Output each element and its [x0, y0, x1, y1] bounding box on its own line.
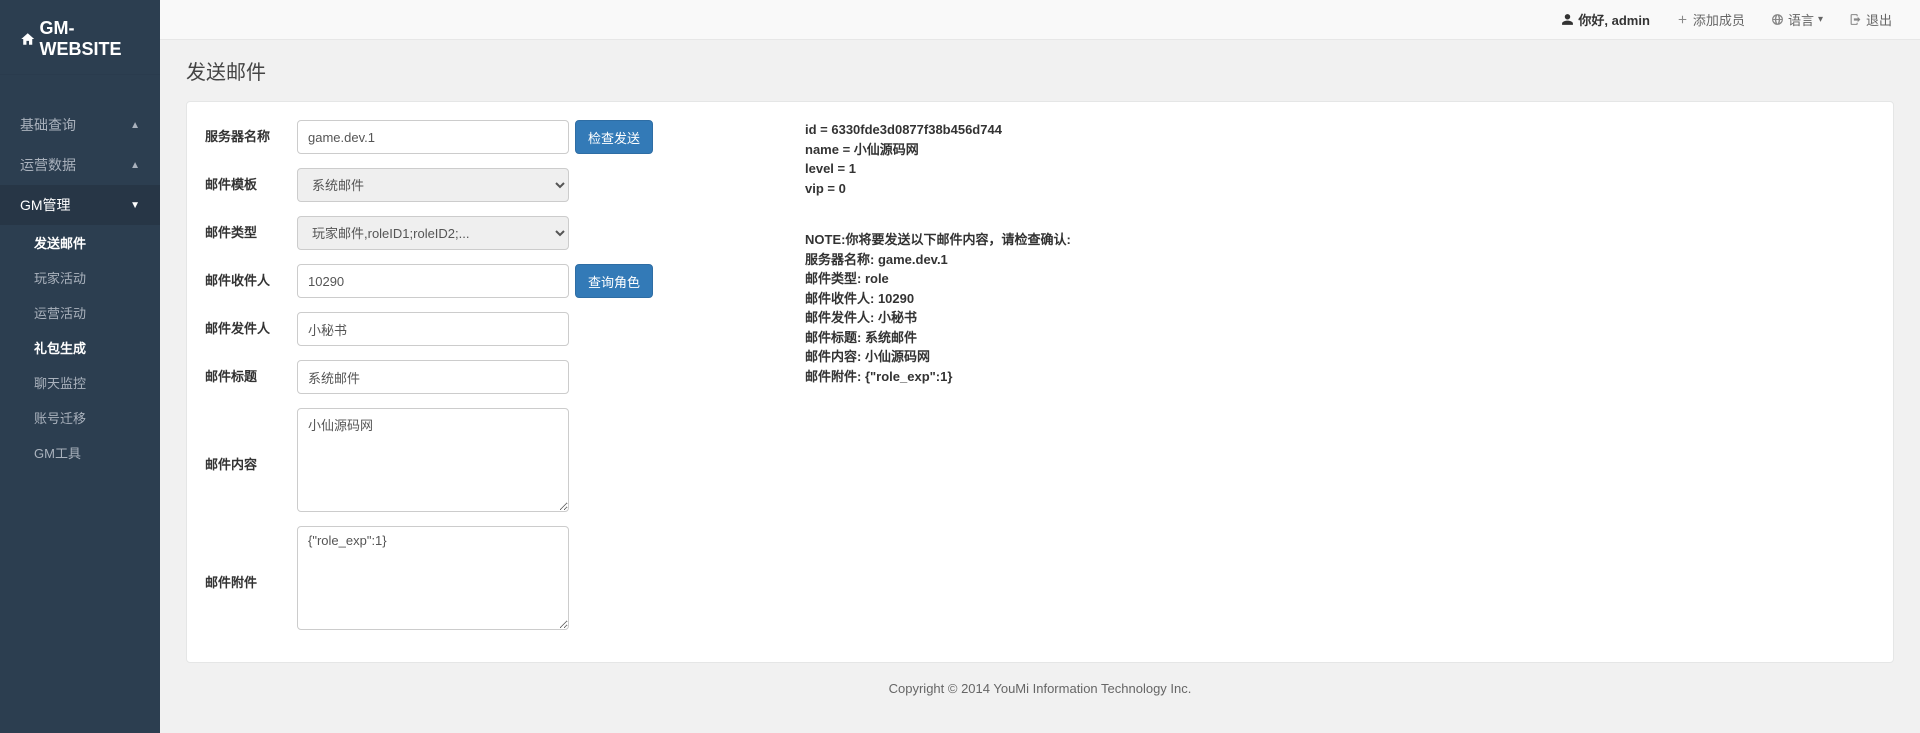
add-member-text: 添加成员: [1693, 10, 1745, 29]
brand[interactable]: GM-WEBSITE: [0, 0, 160, 75]
sidebar-group-label: 基础查询: [20, 115, 76, 135]
check-send-button[interactable]: 检查发送: [575, 120, 653, 154]
chevron-up-icon: ▲: [130, 160, 140, 171]
type-select[interactable]: 玩家邮件,roleID1;roleID2;...: [297, 216, 569, 250]
label-sender: 邮件发件人: [205, 312, 297, 337]
info-note: NOTE:你将要发送以下邮件内容，请检查确认:: [805, 230, 1875, 250]
info-line-recipient: 邮件收件人: 10290: [805, 289, 1875, 309]
info-column: id = 6330fde3d0877f38b456d744 name = 小仙源…: [805, 120, 1875, 644]
info-line-title: 邮件标题: 系统邮件: [805, 328, 1875, 348]
sidebar-group-basic-query[interactable]: 基础查询 ▲: [0, 105, 160, 145]
topbar-greeting[interactable]: 你好, admin: [1561, 10, 1650, 29]
sidebar-item-account-migrate[interactable]: 账号迁移: [0, 400, 160, 435]
label-content: 邮件内容: [205, 448, 297, 473]
label-template: 邮件模板: [205, 168, 297, 193]
globe-icon: [1771, 13, 1784, 26]
info-line-content: 邮件内容: 小仙源码网: [805, 347, 1875, 367]
chevron-up-icon: ▲: [130, 120, 140, 131]
form-column: 服务器名称 检查发送 邮件模板 系统邮件 邮件类型 玩家邮件,roleID1: [205, 120, 765, 644]
label-server: 服务器名称: [205, 120, 297, 145]
logout-icon: [1849, 13, 1862, 26]
topbar-logout[interactable]: 退出: [1849, 10, 1892, 29]
page-title: 发送邮件: [186, 56, 1894, 85]
panel: 服务器名称 检查发送 邮件模板 系统邮件 邮件类型 玩家邮件,roleID1: [186, 101, 1894, 663]
sidebar-item-gift-gen[interactable]: 礼包生成: [0, 330, 160, 365]
info-level: level = 1: [805, 159, 1875, 179]
title-input[interactable]: [297, 360, 569, 394]
logout-text: 退出: [1866, 10, 1892, 29]
label-recipient: 邮件收件人: [205, 264, 297, 289]
info-line-sender: 邮件发件人: 小秘书: [805, 308, 1875, 328]
attach-textarea[interactable]: [297, 526, 569, 630]
sidebar-group-label: 运营数据: [20, 155, 76, 175]
info-line-server: 服务器名称: game.dev.1: [805, 250, 1875, 270]
recipient-input[interactable]: [297, 264, 569, 298]
sidebar-item-ops-activity[interactable]: 运营活动: [0, 295, 160, 330]
info-line-type: 邮件类型: role: [805, 269, 1875, 289]
sidebar-item-send-mail[interactable]: 发送邮件: [0, 225, 160, 260]
sidebar-item-gm-tools[interactable]: GM工具: [0, 435, 160, 470]
info-vip: vip = 0: [805, 179, 1875, 199]
brand-text: GM-WEBSITE: [39, 18, 140, 60]
content-textarea[interactable]: [297, 408, 569, 512]
info-line-attach: 邮件附件: {"role_exp":1}: [805, 367, 1875, 387]
chevron-down-icon: ▾: [1818, 14, 1823, 25]
sidebar: GM-WEBSITE 基础查询 ▲ 运营数据 ▲ GM管理 ▼ 发送邮件 玩家活…: [0, 0, 160, 733]
footer: Copyright © 2014 YouMi Information Techn…: [186, 663, 1894, 714]
language-text: 语言: [1788, 10, 1814, 29]
user-icon: [1561, 13, 1574, 26]
sender-input[interactable]: [297, 312, 569, 346]
topbar: 你好, admin 添加成员 语言 ▾ 退出: [160, 0, 1920, 40]
label-attach: 邮件附件: [205, 566, 297, 591]
home-icon: [20, 30, 35, 48]
server-input[interactable]: [297, 120, 569, 154]
template-select[interactable]: 系统邮件: [297, 168, 569, 202]
plus-icon: [1676, 13, 1689, 26]
label-type: 邮件类型: [205, 216, 297, 241]
sidebar-group-gm-manage[interactable]: GM管理 ▼: [0, 185, 160, 225]
topbar-language[interactable]: 语言 ▾: [1771, 10, 1823, 29]
sidebar-item-chat-monitor[interactable]: 聊天监控: [0, 365, 160, 400]
info-name: name = 小仙源码网: [805, 140, 1875, 160]
info-id: id = 6330fde3d0877f38b456d744: [805, 120, 1875, 140]
chevron-down-icon: ▼: [130, 200, 140, 211]
greeting-text: 你好, admin: [1578, 10, 1650, 29]
topbar-add-member[interactable]: 添加成员: [1676, 10, 1745, 29]
label-title: 邮件标题: [205, 360, 297, 385]
sidebar-group-ops-data[interactable]: 运营数据 ▲: [0, 145, 160, 185]
sidebar-item-player-activity[interactable]: 玩家活动: [0, 260, 160, 295]
sidebar-group-label: GM管理: [20, 195, 71, 215]
query-role-button[interactable]: 查询角色: [575, 264, 653, 298]
